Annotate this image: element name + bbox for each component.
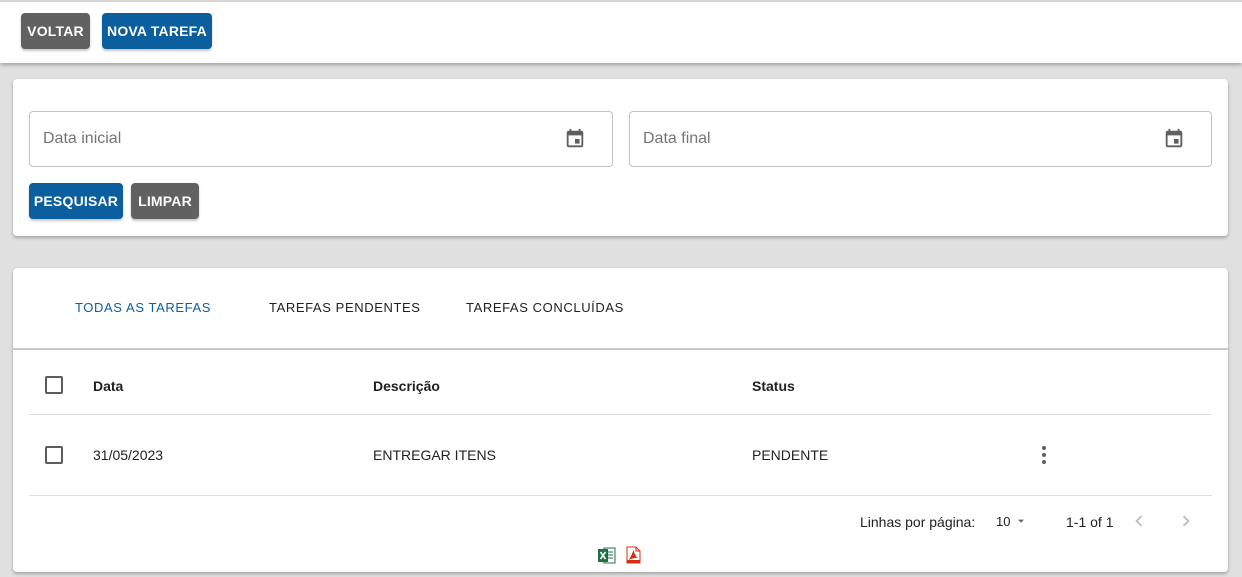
top-toolbar: VOLTAR NOVA TAREFA <box>0 0 1242 63</box>
column-header-description[interactable]: Descrição <box>373 378 440 394</box>
dropdown-arrow-icon <box>1018 519 1024 523</box>
tabs-divider <box>13 348 1228 350</box>
more-vert-icon[interactable] <box>1032 443 1056 467</box>
row-divider <box>29 495 1212 496</box>
end-date-field[interactable] <box>629 111 1212 167</box>
row-date: 31/05/2023 <box>93 447 164 463</box>
tab-all-tasks[interactable]: TODAS AS TAREFAS <box>75 300 211 315</box>
chevron-right-icon[interactable] <box>1175 510 1197 532</box>
row-checkbox[interactable] <box>45 446 63 464</box>
header-divider <box>29 414 1212 415</box>
excel-icon[interactable] <box>598 547 616 564</box>
search-button[interactable]: PESQUISAR <box>29 183 123 219</box>
end-date-input[interactable] <box>643 112 1123 166</box>
select-all-checkbox[interactable] <box>45 376 63 394</box>
calendar-icon[interactable] <box>564 128 586 150</box>
column-header-status[interactable]: Status <box>752 378 795 394</box>
calendar-icon[interactable] <box>1163 128 1185 150</box>
clear-button[interactable]: LIMPAR <box>131 183 199 219</box>
start-date-field[interactable] <box>29 111 613 167</box>
chevron-left-icon[interactable] <box>1128 510 1150 532</box>
column-header-date[interactable]: Data <box>93 378 123 394</box>
row-status: PENDENTE <box>752 447 829 463</box>
back-button[interactable]: VOLTAR <box>21 13 90 49</box>
new-task-button[interactable]: NOVA TAREFA <box>102 13 212 49</box>
rows-per-page-label: Linhas por página: <box>860 514 976 530</box>
start-date-input[interactable] <box>43 112 523 166</box>
rows-per-page-value: 10 <box>996 514 1011 529</box>
pdf-icon[interactable] <box>626 546 641 564</box>
row-description: ENTREGAR ITENS <box>373 447 496 463</box>
tab-completed-tasks[interactable]: TAREFAS CONCLUÍDAS <box>466 300 624 315</box>
tab-pending-tasks[interactable]: TAREFAS PENDENTES <box>269 300 421 315</box>
rows-per-page-select[interactable]: 10 <box>996 512 1032 532</box>
pagination-range: 1-1 of 1 <box>1066 514 1114 530</box>
